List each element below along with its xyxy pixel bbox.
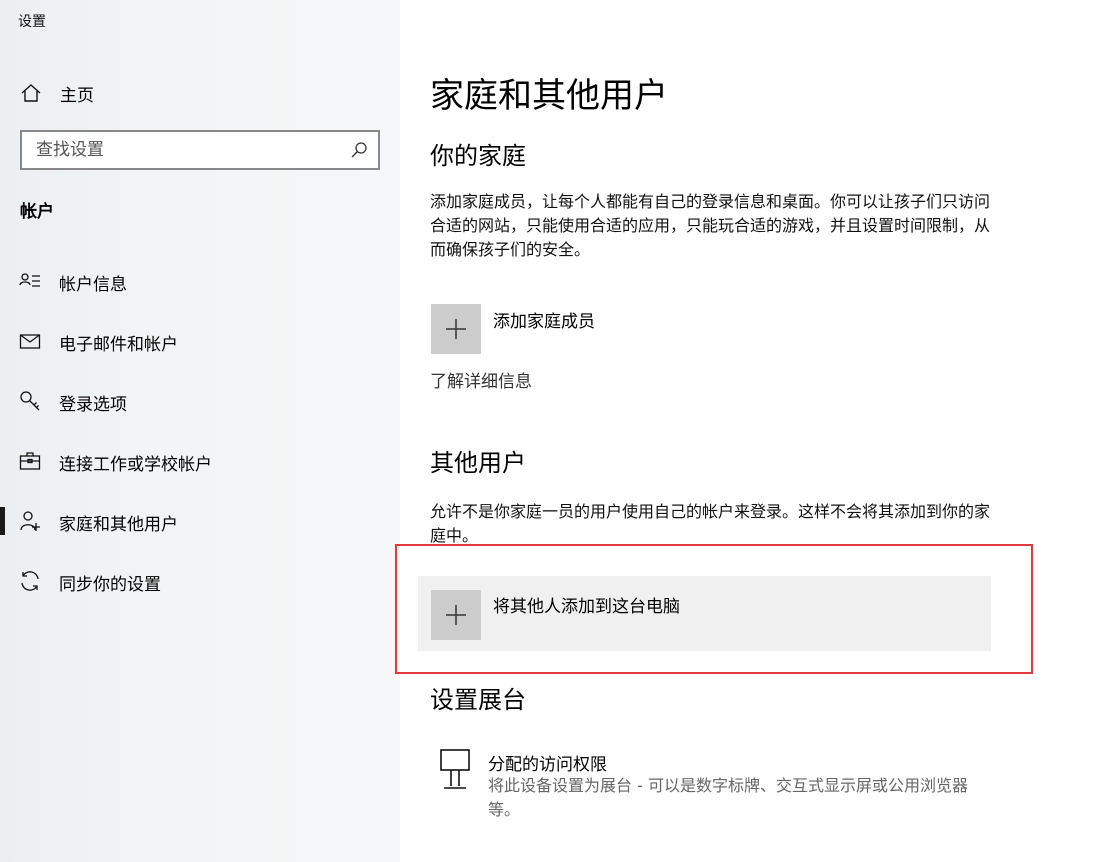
search-input[interactable]: [22, 132, 322, 168]
sidebar-item-label: 同步你的设置: [59, 575, 161, 595]
sidebar-item-label: 家庭和其他用户: [59, 515, 178, 535]
app-title: 设置: [18, 14, 46, 30]
family-description: 添加家庭成员，让每个人都能有自己的登录信息和桌面。你可以让孩子们只访问合适的网站…: [430, 192, 991, 259]
sidebar-home-label: 主页: [60, 86, 94, 106]
main-content: 家庭和其他用户 你的家庭 添加家庭成员，让每个人都能有自己的登录信息和桌面。你可…: [400, 0, 1093, 862]
sidebar-item-sync[interactable]: 同步你的设置: [0, 559, 400, 603]
sidebar-item-label: 登录选项: [59, 395, 127, 415]
sidebar-item-label: 电子邮件和帐户: [59, 335, 178, 355]
assigned-access-title: 分配的访问权限: [488, 755, 607, 775]
plus-icon: [446, 319, 466, 339]
person-add-icon: [20, 511, 40, 531]
other-users-description: 允许不是你家庭一员的用户使用自己的帐户来登录。这样不会将其添加到你的家庭中。: [430, 502, 991, 545]
mail-icon: [19, 334, 41, 349]
add-family-member-label[interactable]: 添加家庭成员: [493, 307, 595, 332]
other-users-heading: 其他用户: [430, 449, 526, 477]
add-other-user-label: 将其他人添加到这台电脑: [493, 597, 680, 617]
sidebar-item-email[interactable]: 电子邮件和帐户: [0, 319, 400, 363]
kiosk-icon: [440, 749, 470, 789]
key-icon: [20, 391, 40, 411]
briefcase-icon: [19, 452, 41, 470]
sidebar: 设置 主页 帐户 帐户信息 电子邮件和帐户 登录选项 连接工作: [0, 0, 400, 862]
search-icon[interactable]: [350, 141, 368, 159]
section-label-accounts: 帐户: [20, 202, 54, 222]
sidebar-home[interactable]: 主页: [0, 72, 400, 112]
sidebar-item-label: 帐户信息: [59, 275, 127, 295]
add-family-tile[interactable]: [431, 304, 481, 354]
home-icon: [21, 84, 41, 102]
learn-more-link[interactable]: 了解详细信息: [430, 367, 532, 392]
sidebar-item-label: 连接工作或学校帐户: [59, 455, 212, 475]
kiosk-heading: 设置展台: [430, 686, 526, 714]
sidebar-item-account-info[interactable]: 帐户信息: [0, 259, 400, 303]
plus-icon: [446, 605, 466, 625]
add-other-tile[interactable]: [431, 590, 481, 640]
search-box: [20, 130, 380, 170]
account-info-icon: [19, 273, 40, 287]
assigned-access-description: 将此设备设置为展台 - 可以是数字标牌、交互式显示屏或公用浏览器等。: [488, 776, 968, 819]
family-heading: 你的家庭: [430, 142, 526, 170]
sidebar-item-work-school[interactable]: 连接工作或学校帐户: [0, 439, 400, 483]
sidebar-item-sign-in-options[interactable]: 登录选项: [0, 379, 400, 423]
assigned-access-item[interactable]: 分配的访问权限 将此设备设置为展台 - 可以是数字标牌、交互式显示屏或公用浏览器…: [438, 748, 998, 828]
page-title: 家庭和其他用户: [430, 76, 668, 116]
sidebar-item-family-other-users[interactable]: 家庭和其他用户: [0, 499, 400, 543]
add-other-user-button[interactable]: 将其他人添加到这台电脑: [418, 576, 991, 651]
sync-icon: [21, 571, 39, 591]
